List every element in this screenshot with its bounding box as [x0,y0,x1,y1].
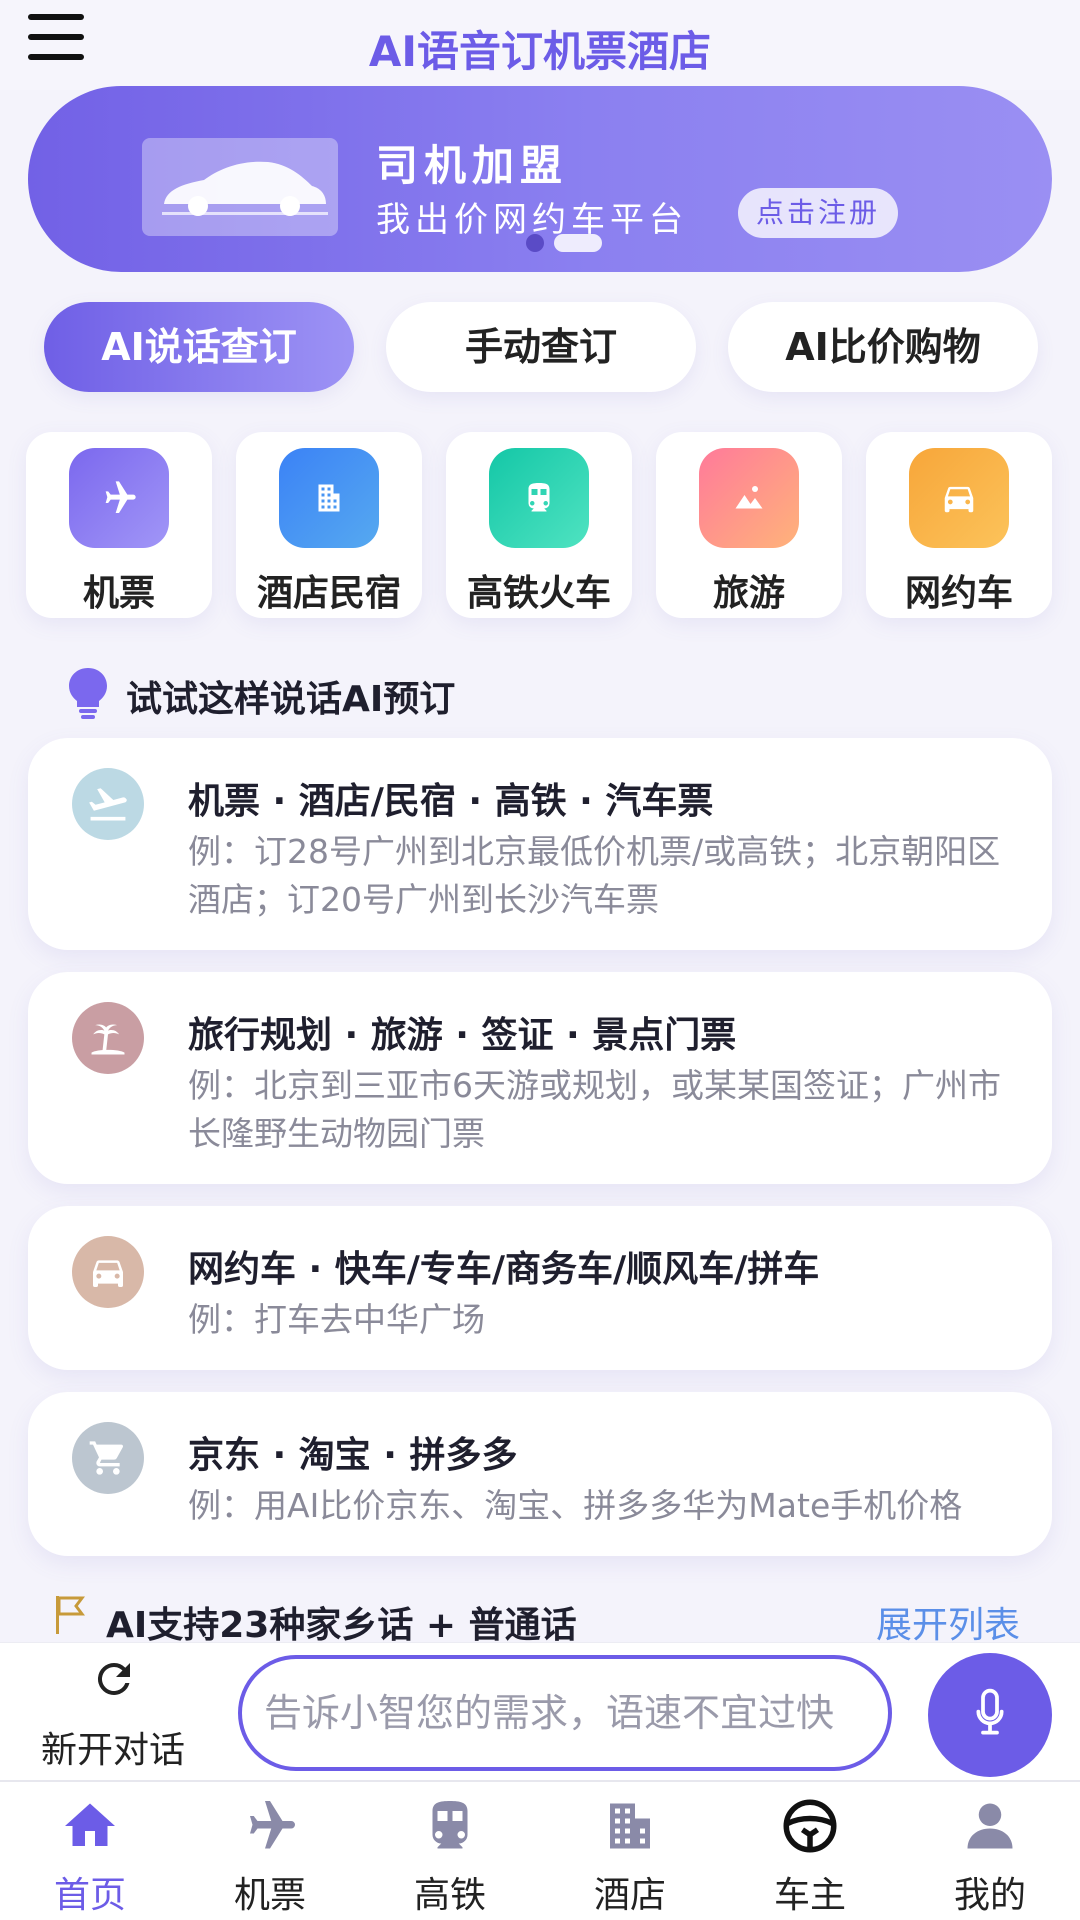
tab-flights[interactable]: 机票 [180,1782,360,1920]
palm-tree-icon [72,1002,144,1074]
category-ride-hailing[interactable]: 网约车 [866,432,1052,618]
category-flights[interactable]: 机票 [26,432,212,618]
tips-title: 试试这样说话AI预订 [126,679,456,720]
example-description: 例：打车去中华广场 [188,1300,485,1339]
tab-home[interactable]: 首页 [0,1782,180,1920]
tab-label: 酒店 [593,1875,666,1916]
example-title: 网约车 · 快车/专车/商务车/顺风车/拼车 [188,1249,820,1290]
microphone-icon [962,1686,1018,1745]
car-icon [72,1236,144,1308]
new-chat-button[interactable]: 新开对话 [20,1651,206,1771]
tab-hotels[interactable]: 酒店 [540,1782,720,1920]
expand-list-link[interactable]: 展开列表 [876,1596,1020,1648]
building-icon [600,1796,660,1856]
tab-label: 车主 [773,1875,846,1916]
category-label: 网约车 [904,573,1013,614]
flag-icon [52,1594,88,1636]
plane-icon [72,768,144,840]
carousel-dot[interactable] [526,234,544,252]
car-image-icon [142,138,338,236]
train-icon [489,448,589,548]
tab-label: 机票 [233,1875,306,1916]
example-title: 旅行规划 · 旅游 · 签证 · 景点门票 [188,1015,737,1056]
bottom-tab-bar: 首页 机票 高铁 酒店 车主 我的 [0,1780,1080,1920]
tab-manual-booking[interactable]: 手动查订 [386,302,696,392]
tab-ai-voice-booking[interactable]: AI说话查订 [44,302,354,392]
tab-trains[interactable]: 高铁 [360,1782,540,1920]
example-description: 例：北京到三亚市6天游或规划，或某某国签证；广州市长隆野生动物园门票 [188,1066,1001,1153]
lightbulb-icon [66,666,110,720]
example-card-travel-tickets[interactable]: 机票 · 酒店/民宿 · 高铁 · 汽车票 例：订28号广州到北京最低价机票/或… [28,738,1052,950]
category-label: 酒店民宿 [256,573,401,614]
home-icon [60,1796,120,1856]
promo-banner[interactable]: 司机加盟 我出价网约车平台 点击注册 [28,86,1052,272]
example-description: 例：用AI比价京东、淘宝、拼多多华为Mate手机价格 [188,1486,963,1525]
tab-driver[interactable]: 车主 [720,1782,900,1920]
category-label: 高铁火车 [466,573,611,614]
example-card-ride-hailing[interactable]: 网约车 · 快车/专车/商务车/顺风车/拼车 例：打车去中华广场 [28,1206,1052,1370]
banner-title: 司机加盟 [376,141,569,190]
plane-icon [240,1796,300,1856]
tab-label: 高铁 [413,1875,486,1916]
example-description: 例：订28号广州到北京最低价机票/或高铁；北京朝阳区酒店；订20号广州到长沙汽车… [188,832,1001,919]
category-hotels[interactable]: 酒店民宿 [236,432,422,618]
cart-icon [72,1422,144,1494]
register-button[interactable]: 点击注册 [738,188,898,238]
category-trains[interactable]: 高铁火车 [446,432,632,618]
tab-profile[interactable]: 我的 [900,1782,1080,1920]
category-travel[interactable]: 旅游 [656,432,842,618]
example-title: 京东 · 淘宝 · 拼多多 [188,1435,518,1476]
car-icon [909,448,1009,548]
chat-input-bar: 新开对话 [0,1642,1080,1780]
train-icon [420,1796,480,1856]
mountain-icon [699,448,799,548]
category-label: 机票 [82,573,155,614]
user-icon [960,1796,1020,1856]
steering-wheel-icon [780,1796,840,1856]
plane-icon [69,448,169,548]
new-chat-label: 新开对话 [40,1730,185,1771]
example-card-trip-planning[interactable]: 旅行规划 · 旅游 · 签证 · 景点门票 例：北京到三亚市6天游或规划，或某某… [28,972,1052,1184]
dialect-support-text: AI支持23种家乡话 + 普通话 [106,1605,577,1646]
carousel-dot-active[interactable] [554,234,602,252]
building-icon [279,448,379,548]
page-title: AI语音订机票酒店 [368,27,712,76]
tab-label: 我的 [953,1875,1026,1916]
tab-ai-price-compare[interactable]: AI比价购物 [728,302,1038,392]
microphone-button[interactable] [928,1653,1052,1777]
category-label: 旅游 [712,573,785,614]
example-title: 机票 · 酒店/民宿 · 高铁 · 汽车票 [188,781,714,822]
example-card-shopping[interactable]: 京东 · 淘宝 · 拼多多 例：用AI比价京东、淘宝、拼多多华为Mate手机价格 [28,1392,1052,1556]
refresh-icon [90,1655,138,1703]
top-bar: AI语音订机票酒店 [0,0,1080,90]
tab-label: 首页 [53,1875,126,1916]
chat-input[interactable] [238,1655,892,1771]
